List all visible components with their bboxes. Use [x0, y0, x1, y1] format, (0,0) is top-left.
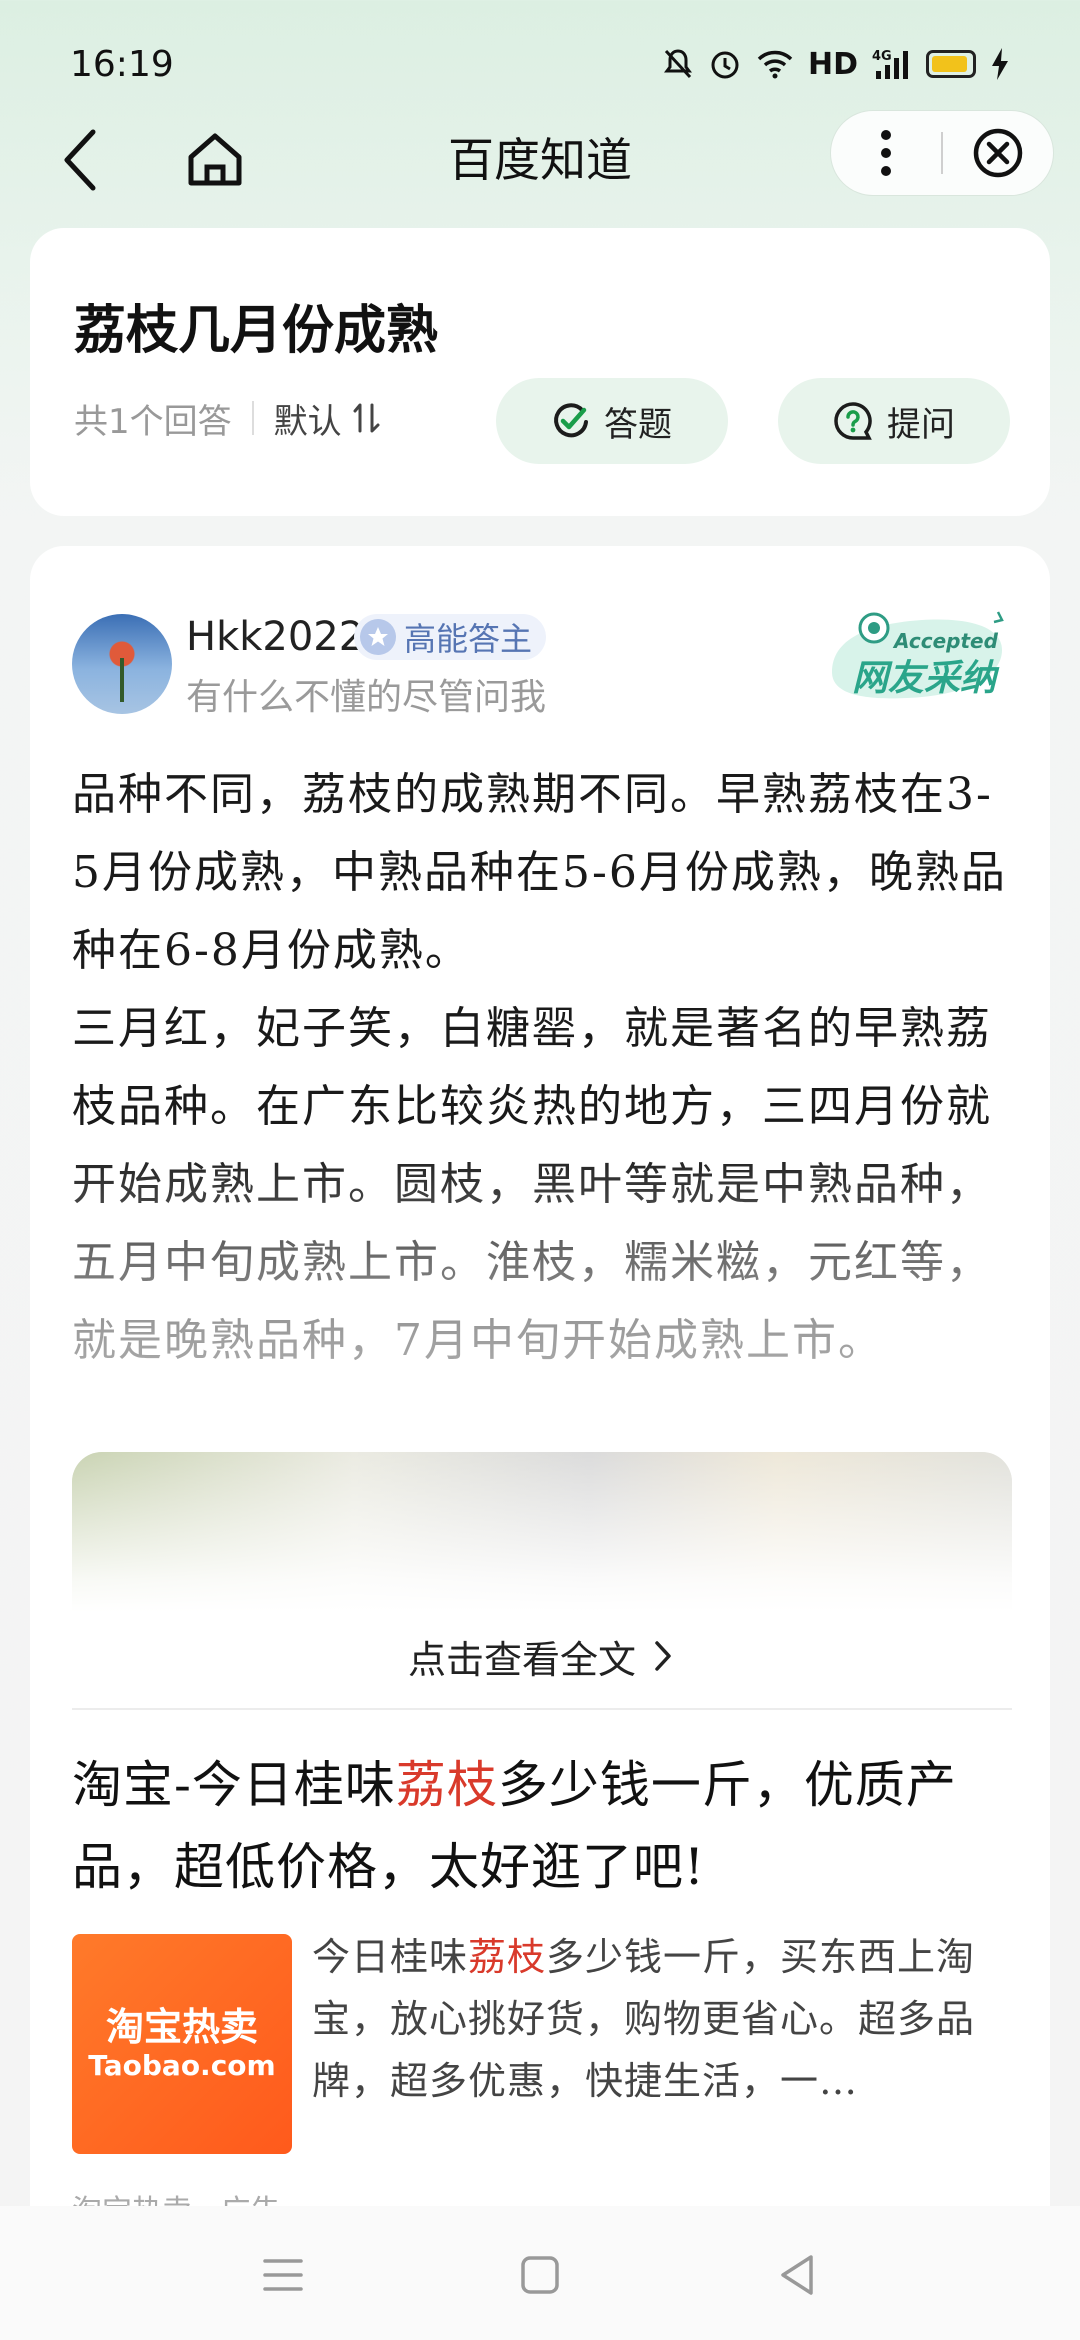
sort-icon: [353, 403, 380, 433]
medal-icon: [360, 619, 396, 655]
recent-apps-button[interactable]: [248, 2240, 318, 2310]
ask-question-button[interactable]: 提问: [778, 378, 1010, 464]
expert-badge: 高能答主: [354, 614, 547, 660]
answer-paragraph-2: 三月红，妃子笑，白糖罂，就是著名的早熟荔枝品种。在广东比较炎热的地方，三四月份就…: [72, 1003, 992, 1366]
username[interactable]: Hkk2022: [186, 614, 364, 660]
ad-title[interactable]: 淘宝-今日桂味荔枝多少钱一斤，优质产品，超低价格，太好逛了吧!: [72, 1744, 1022, 1908]
meta-divider: [251, 401, 254, 435]
more-button[interactable]: [831, 110, 941, 196]
mini-program-capsule: [830, 110, 1054, 196]
menu-icon: [263, 2259, 303, 2291]
ad-thumb-cn: 淘宝热卖: [105, 2005, 258, 2049]
answer-count: 共1个回答: [74, 401, 232, 442]
more-vertical-icon: [881, 130, 891, 176]
sort-label: 默认: [273, 401, 342, 442]
view-full-label: 点击查看全文: [407, 1637, 636, 1682]
network-hd-label: HD: [807, 46, 858, 82]
system-back-button[interactable]: [762, 2240, 832, 2310]
ad-thumb-en: Taobao.com: [88, 2049, 276, 2082]
battery-icon: [926, 50, 976, 78]
charging-icon: [992, 48, 1008, 80]
ad-thumbnail[interactable]: 淘宝热卖 Taobao.com: [72, 1934, 292, 2154]
status-icons: HD 4G: [662, 44, 1010, 84]
question-title: 荔枝几月份成熟: [74, 300, 439, 361]
system-home-button[interactable]: [505, 2240, 575, 2310]
badge-label: 高能答主: [404, 620, 533, 658]
answer-question-button[interactable]: 答题: [496, 378, 728, 464]
question-card: 荔枝几月份成熟 共1个回答 默认 答题 提问: [30, 228, 1050, 516]
wifi-icon: [757, 50, 793, 79]
edit-check-icon: [554, 403, 588, 438]
question-bubble-icon: [834, 402, 872, 440]
square-home-icon: [521, 2256, 559, 2294]
answer-button-label: 答题: [604, 404, 672, 445]
ad-desc-highlight: 荔枝: [468, 1935, 547, 1979]
sort-toggle[interactable]: 默认: [274, 394, 382, 443]
triangle-back-icon: [781, 2255, 813, 2295]
ask-button-label: 提问: [887, 404, 955, 445]
answer-image-preview: [72, 1452, 1012, 1612]
close-button[interactable]: [943, 110, 1053, 196]
view-full-text-button[interactable]: 点击查看全文: [30, 1606, 1050, 1706]
svg-text:4G: 4G: [872, 49, 892, 64]
status-time: 16:19: [70, 44, 174, 85]
section-divider: [72, 1708, 1012, 1710]
ad-title-highlight: 荔枝: [395, 1756, 498, 1814]
user-description: 有什么不懂的尽管问我: [186, 677, 547, 718]
avatar[interactable]: [72, 614, 172, 714]
ad-desc-pre: 今日桂味: [312, 1935, 469, 1979]
alarm-icon: [711, 51, 739, 79]
accepted-stamp: Accepted 网友采纳: [832, 611, 1004, 699]
accepted-cn-text: 网友采纳: [852, 658, 1000, 699]
ad-title-pre: 淘宝-今日桂味: [72, 1756, 396, 1814]
answer-card: Hkk2022 高能答主 有什么不懂的尽管问我 Accepted 网友采纳 品种…: [30, 546, 1050, 2340]
answer-paragraph-1: 品种不同，荔枝的成熟期不同。早熟荔枝在3-5月份成熟，中熟品种在5-6月份成熟，…: [72, 769, 1007, 976]
chevron-right-icon: [655, 1641, 671, 1671]
status-bar: 16:19 HD 4G: [0, 0, 1080, 110]
nav-bar: 百度知道: [0, 110, 1080, 210]
mute-icon: [663, 49, 692, 79]
signal-icon: 4G: [872, 49, 908, 79]
accepted-en-text: Accepted: [892, 629, 999, 653]
ad-description[interactable]: 今日桂味荔枝多少钱一斤，买东西上淘宝，放心挑好货，购物更省心。超多品牌，超多优惠…: [312, 1926, 1012, 2112]
system-nav-bar: [0, 2206, 1080, 2340]
question-meta: 共1个回答 默认: [74, 394, 382, 443]
close-circle-icon: [973, 128, 1023, 178]
answer-text: 品种不同，荔枝的成熟期不同。早熟荔枝在3-5月份成熟，中熟品种在5-6月份成熟，…: [72, 756, 1012, 1380]
